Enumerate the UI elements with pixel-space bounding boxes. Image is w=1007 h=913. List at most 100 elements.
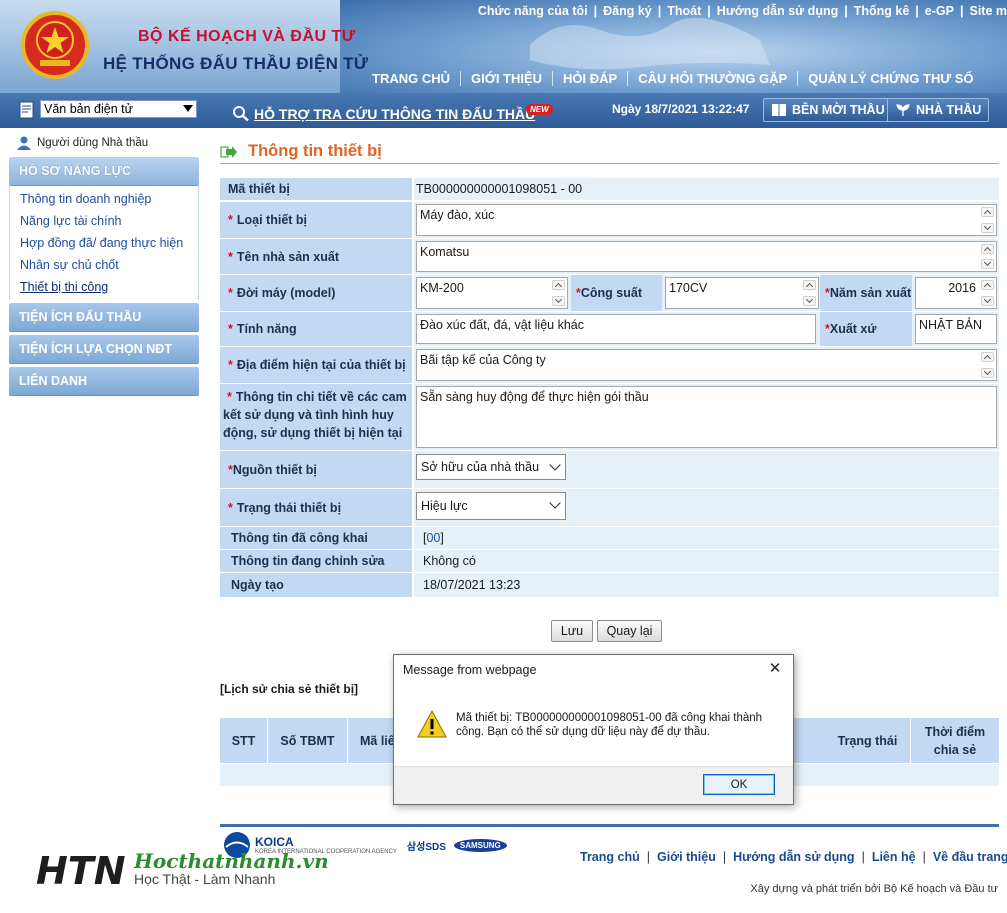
link-my-functions[interactable]: Chức năng của tôi: [478, 4, 588, 18]
warning-icon: [417, 709, 447, 738]
nav-qa[interactable]: HỎI ĐÁP: [553, 71, 629, 86]
scroll-arrows-icon[interactable]: [552, 280, 565, 306]
link-sitemap[interactable]: Site m: [969, 4, 1007, 18]
details-value: Sẵn sàng huy động để thực hiện gói thầu: [420, 390, 649, 404]
origin-textarea[interactable]: NHẬT BẢN: [915, 314, 997, 344]
scroll-arrows-icon[interactable]: [981, 207, 994, 233]
sidebar-item-contracts[interactable]: Hợp đồng đã/ đang thực hiện: [10, 232, 198, 254]
ok-button[interactable]: OK: [703, 774, 775, 795]
row-created-date: Ngày tạo 18/07/2021 13:23: [220, 573, 999, 597]
contractor-button[interactable]: NHÀ THẦU: [887, 98, 990, 122]
document-type-value: Văn bản điện tử: [44, 102, 133, 116]
nav-certificates[interactable]: QUẢN LÝ CHỨNG THƯ SỐ: [798, 71, 983, 86]
scroll-arrows-icon[interactable]: [981, 280, 994, 306]
manufacturer-value: Komatsu: [420, 245, 470, 259]
watermark: HTN Hocthatnhanh.vn Học Thật - Làm Nhanh: [36, 848, 329, 890]
power-label-text: Công suất: [580, 286, 642, 300]
footer-credit: Xây dựng và phát triển bởi Bộ Kế hoạch v…: [750, 883, 998, 895]
features-value: Đào xúc đất, đá, vật liệu khác: [420, 318, 584, 332]
form-actions: Lưu Quay lại: [551, 620, 662, 642]
equipment-type-textarea[interactable]: Máy đào, xúc: [416, 204, 997, 236]
status-select[interactable]: Hiệu lực: [416, 492, 566, 520]
year-value: 2016: [948, 281, 976, 295]
nav-home[interactable]: TRANG CHỦ: [372, 71, 461, 86]
document-type-select[interactable]: Văn bản điện tử: [40, 100, 197, 118]
details-label: * Thông tin chi tiết về các cam kết sử dụ…: [220, 384, 412, 450]
sidebar-item-equipment[interactable]: Thiết bị thi công: [10, 276, 198, 298]
editing-value: Không có: [423, 554, 476, 568]
model-textarea[interactable]: KM-200: [416, 277, 568, 309]
year-textarea[interactable]: 2016: [915, 277, 997, 309]
origin-value: NHẬT BẢN: [919, 318, 982, 332]
location-value: Bãi tập kế của Công ty: [420, 353, 546, 367]
dialog-footer: OK: [394, 766, 793, 804]
sidebar-category-investor-utilities[interactable]: TIỆN ÍCH LỰA CHỌN NĐT: [9, 335, 199, 364]
lookup-link-text: HỖ TRỢ TRA CỨU THÔNG TIN ĐẤU THẦU: [254, 106, 536, 122]
features-textarea[interactable]: Đào xúc đất, đá, vật liệu khác: [416, 314, 816, 344]
row-published: Thông tin đã công khai [00]: [220, 527, 999, 549]
source-label-text: Nguồn thiết bị: [232, 462, 317, 477]
col-share-time: Thời điểm chia sẻ: [924, 724, 986, 757]
back-button[interactable]: Quay lại: [597, 620, 662, 642]
source-label: * Nguồn thiết bị: [220, 451, 412, 488]
manufacturer-textarea[interactable]: Komatsu: [416, 241, 997, 272]
link-statistics[interactable]: Thống kê: [854, 4, 910, 18]
location-label: * Địa điểm hiện tại của thiết bị: [220, 347, 412, 383]
footer-link-top[interactable]: Về đầu trang: [933, 850, 1007, 864]
source-value: Sở hữu của nhà thầu: [421, 460, 540, 474]
scroll-arrows-icon[interactable]: [981, 352, 994, 378]
status-label-text: Trạng thái thiết bị: [236, 500, 342, 515]
sds-logo: 삼성SDS: [406, 841, 446, 853]
national-emblem-icon: [21, 11, 89, 79]
row-status: * Trạng thái thiết bị Hiệu lực: [220, 489, 999, 526]
sidebar-item-company-info[interactable]: Thông tin doanh nghiệp: [10, 188, 198, 210]
bracket: ]: [440, 531, 444, 545]
plant-icon: [896, 104, 910, 116]
sidebar-item-financial-capacity[interactable]: Năng lực tài chính: [10, 210, 198, 232]
page-title: Thông tin thiết bị: [248, 142, 382, 160]
location-textarea[interactable]: Bãi tập kế của Công ty: [416, 349, 997, 381]
link-logout[interactable]: Thoát: [667, 4, 701, 18]
watermark-tagline: Học Thật - Làm Nhanh: [134, 871, 276, 887]
sidebar-section-profile[interactable]: HỒ SƠ NĂNG LỰC: [9, 157, 199, 186]
editing-cell: [414, 550, 999, 572]
required-mark: *: [228, 249, 233, 264]
procuring-entity-button[interactable]: BÊN MỜI THẦU: [763, 98, 893, 122]
nav-about[interactable]: GIỚI THIỆU: [461, 71, 554, 86]
save-button[interactable]: Lưu: [551, 620, 593, 642]
footer-links: Trang chủ | Giới thiệu | Hướng dẫn sử dụng…: [580, 850, 1007, 864]
published-label: Thông tin đã công khai: [220, 527, 412, 549]
site-header: BỘ KẾ HOẠCH VÀ ĐẦU TƯ HỆ THỐNG ĐẤU THẦU …: [0, 0, 1007, 128]
nav-faq[interactable]: CÂU HỎI THƯỜNG GẶP: [628, 71, 799, 86]
details-label-text: Thông tin chi tiết về các cam kết sử dụn…: [223, 390, 407, 440]
required-mark: *: [228, 286, 233, 300]
year-label: * Năm sản xuất: [820, 275, 912, 311]
chevron-down-icon: [549, 497, 561, 509]
sidebar-item-key-personnel[interactable]: Nhân sự chủ chốt: [10, 254, 198, 276]
required-mark: *: [228, 358, 233, 372]
power-label: * Công suất: [571, 275, 662, 311]
contractor-label: NHÀ THẦU: [916, 103, 982, 117]
scroll-arrows-icon[interactable]: [981, 244, 994, 269]
row-location: * Địa điểm hiện tại của thiết bị Bãi tập …: [220, 347, 999, 383]
footer-link-home[interactable]: Trang chủ: [580, 850, 640, 864]
main-nav: TRANG CHỦ GIỚI THIỆU HỎI ĐÁP CÂU HỎI THƯ…: [372, 71, 984, 86]
scroll-arrows-icon[interactable]: [803, 280, 816, 306]
year-label-text: Năm sản xuất: [829, 286, 912, 300]
sidebar: Người dùng Nhà thầu HỒ SƠ NĂNG LỰC Thông…: [9, 133, 199, 396]
footer-link-about[interactable]: Giới thiệu: [657, 850, 716, 864]
lookup-link[interactable]: HỖ TRỢ TRA CỨU THÔNG TIN ĐẤU THẦU: [232, 106, 535, 122]
source-select[interactable]: Sở hữu của nhà thầu: [416, 454, 566, 480]
details-textarea[interactable]: Sẵn sàng huy động để thực hiện gói thầu: [416, 386, 997, 448]
close-icon[interactable]: ✕: [767, 661, 783, 677]
sidebar-category-bidding-utilities[interactable]: TIỆN ÍCH ĐẤU THẦU: [9, 303, 199, 332]
footer-link-contact[interactable]: Liên hệ: [872, 850, 916, 864]
footer-link-guide[interactable]: Hướng dẫn sử dụng: [733, 850, 854, 864]
link-egp[interactable]: e-GP: [925, 4, 954, 18]
power-textarea[interactable]: 170CV: [665, 277, 819, 309]
published-version-link[interactable]: 00: [426, 531, 440, 545]
sidebar-category-joint-venture[interactable]: LIÊN DANH: [9, 367, 199, 396]
link-register[interactable]: Đăng ký: [603, 4, 652, 18]
link-user-guide[interactable]: Hướng dẫn sử dụng: [717, 4, 838, 18]
location-label-text: Địa điểm hiện tại của thiết bị: [236, 358, 406, 372]
